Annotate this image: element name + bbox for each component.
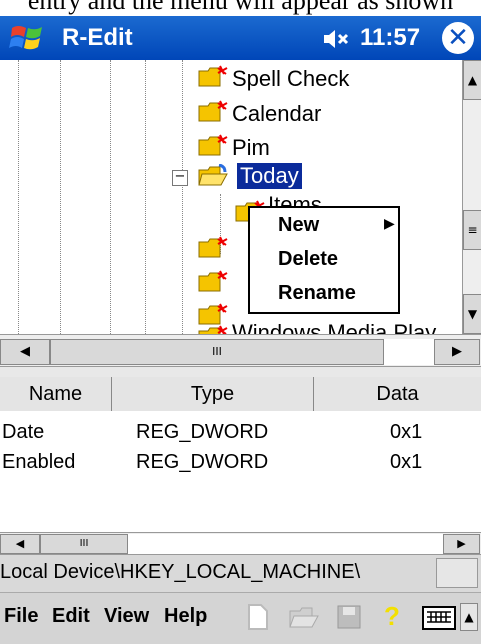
tree-guide-line [110,60,111,334]
tree-guide-line [145,60,146,334]
submenu-arrow-icon: ▶ [384,216,395,232]
tree-node[interactable] [198,236,228,264]
tree-node-calendar[interactable] [198,100,228,128]
list-horizontal-scrollbar[interactable]: ◀ III ▶ [0,532,481,555]
menu-edit[interactable]: Edit [52,605,90,628]
tree-node-today[interactable] [198,163,228,192]
scroll-track[interactable] [384,339,434,365]
windows-flag-icon[interactable] [8,22,50,54]
app-title: R-Edit [62,24,133,51]
tree-guide-line [18,60,19,334]
folder-icon [198,236,228,258]
menu-bar: File Edit View Help ? ▲ [0,592,481,644]
speaker-icon[interactable] [322,28,352,50]
row-name: Enabled [2,451,76,473]
list-row[interactable]: Date REG_DWORD 0x1 [0,421,460,451]
menu-item-delete[interactable]: Delete [278,248,338,271]
menu-help[interactable]: Help [164,605,207,628]
help-icon[interactable]: ? [384,601,400,632]
folder-icon [198,100,228,122]
column-header-data[interactable]: Data [314,377,481,411]
caption-text: entry and the menu will appear as shown [27,0,454,15]
scroll-right-button[interactable]: ▶ [434,339,480,365]
keyboard-icon[interactable] [422,606,456,630]
menu-item-rename[interactable]: Rename [278,282,356,305]
collapse-toggle[interactable]: − [172,170,188,186]
values-list[interactable]: Date REG_DWORD 0x1 Enabled REG_DWORD 0x1 [0,411,481,532]
scroll-left-button[interactable]: ◀ [0,339,50,365]
tree-node-label-selected[interactable]: Today [237,163,302,189]
scroll-left-button[interactable]: ◀ [0,534,40,554]
tree-vertical-scrollbar[interactable]: ▲ ≡ ▼ [462,60,481,334]
folder-icon [198,270,228,292]
registry-tree[interactable]: Spell Check Calendar Pim − Today Items W… [0,60,481,366]
list-row[interactable]: Enabled REG_DWORD 0x1 [0,451,460,481]
tree-node-pim[interactable] [198,134,228,162]
open-icon[interactable] [288,603,320,631]
folder-icon [198,303,228,325]
scroll-thumb[interactable]: III [50,339,384,365]
scroll-up-button[interactable]: ▲ [463,60,481,100]
menu-file[interactable]: File [4,605,38,628]
open-folder-icon [198,163,228,186]
status-field[interactable] [436,558,478,588]
row-type: REG_DWORD [136,421,269,443]
new-doc-icon[interactable] [246,603,270,631]
input-panel-toggle[interactable]: ▲ [460,603,478,631]
scroll-thumb[interactable]: III [40,534,128,554]
menu-view[interactable]: View [104,605,149,628]
tree-guide-line [60,60,61,334]
menu-item-new[interactable]: New [278,214,319,237]
row-type: REG_DWORD [136,451,269,473]
tree-node-label[interactable]: Spell Check [232,66,349,92]
folder-icon [198,65,228,87]
list-header: Name Type Data [0,377,481,412]
scroll-track[interactable] [128,534,443,554]
scroll-right-button[interactable]: ▶ [443,534,480,554]
column-header-name[interactable]: Name [0,377,112,411]
tree-node-label[interactable]: Calendar [232,101,321,127]
folder-icon [198,134,228,156]
save-icon[interactable] [336,604,362,630]
context-menu: New ▶ Delete Rename [248,206,400,314]
tree-horizontal-scrollbar[interactable]: ◀ III ▶ [0,334,481,367]
clock[interactable]: 11:57 [360,24,420,52]
row-data: 0x1 [390,451,423,473]
status-bar: Local Device\HKEY_LOCAL_MACHINE\ [0,554,481,593]
registry-path: Local Device\HKEY_LOCAL_MACHINE\ [0,561,361,583]
tree-node-spell-check[interactable] [198,65,228,93]
tree-node-label[interactable]: Pim [232,135,270,161]
tree-node[interactable] [198,270,228,298]
close-icon[interactable]: ✕ [442,22,474,54]
scroll-down-button[interactable]: ▼ [463,294,481,334]
scroll-thumb[interactable]: ≡ [463,210,481,250]
caption-text-strip: entry and the menu will appear as shown [0,0,481,16]
row-data: 0x1 [390,421,423,443]
title-bar: R-Edit 11:57 ✕ [0,16,481,60]
tree-guide-line [182,60,183,334]
column-header-type[interactable]: Type [112,377,314,411]
row-name: Date [2,421,45,443]
